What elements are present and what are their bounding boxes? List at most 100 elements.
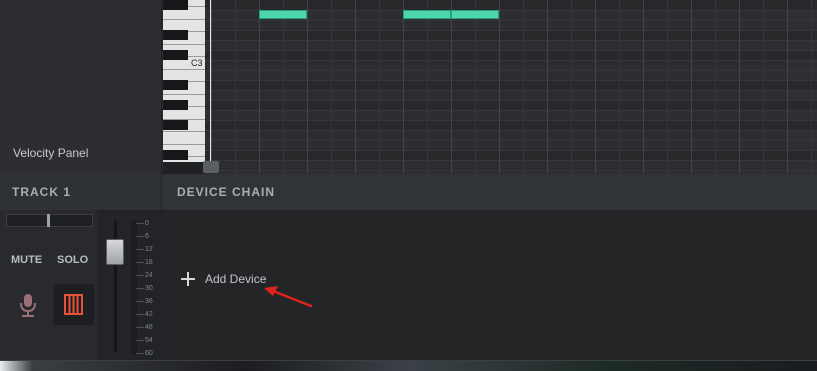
meter-label: 6 [145, 233, 149, 240]
grid-row-line [205, 90, 817, 91]
grid-row-line [205, 160, 817, 161]
mute-button[interactable]: MUTE [11, 254, 42, 266]
grid-row-line [205, 40, 817, 41]
midi-note[interactable] [403, 10, 451, 19]
grid-column-line [427, 0, 428, 174]
meter-label: 12 [145, 246, 153, 253]
grid-row-line [205, 70, 817, 71]
black-key[interactable] [163, 150, 188, 160]
meter-tick [136, 275, 144, 276]
track-title: TRACK 1 [12, 185, 72, 199]
grid-row-line [205, 120, 817, 121]
annotation-arrow-icon [264, 286, 313, 308]
grid-row-line [205, 80, 817, 81]
grid-row-line [205, 30, 817, 31]
black-key[interactable] [163, 120, 188, 130]
grid-column-line [763, 0, 764, 174]
meter-label: 48 [145, 324, 153, 331]
add-device-button[interactable]: Add Device [181, 269, 266, 289]
daw-window: Velocity Panel C3 TRACK 1 DEVICE CHAIN M… [0, 0, 817, 371]
meter-label: 0 [145, 220, 149, 227]
grid-column-line [307, 0, 308, 174]
meter-label: 36 [145, 298, 153, 305]
meter-tick [136, 288, 144, 289]
white-key-separator [163, 144, 205, 145]
grid-column-line [811, 0, 812, 174]
grid-column-line [211, 0, 212, 174]
grid-row-line [205, 60, 817, 61]
grid-column-line [667, 0, 668, 174]
grid-column-line [571, 0, 572, 174]
grid-row-line [205, 110, 817, 111]
grid-column-line [691, 0, 692, 174]
meter-label: 60 [145, 350, 153, 357]
grid-column-line [475, 0, 476, 174]
grid-column-line [259, 0, 260, 174]
black-key[interactable] [163, 0, 188, 10]
playhead-handle[interactable] [203, 161, 219, 173]
grid-black-key-row [205, 0, 817, 10]
grid-column-line [619, 0, 620, 174]
grid-black-key-row [205, 30, 817, 40]
black-key[interactable] [163, 50, 188, 60]
grid-row-line [205, 140, 817, 141]
meter-tick [136, 236, 144, 237]
grid-column-line [499, 0, 500, 174]
piano-roll-grid[interactable] [205, 0, 817, 174]
grid-black-key-row [205, 120, 817, 130]
midi-note[interactable] [451, 10, 499, 19]
microphone-icon[interactable] [14, 290, 42, 322]
grid-row-line [205, 150, 817, 151]
grid-row-line [205, 20, 817, 21]
plus-icon [181, 272, 195, 286]
meter-tick [136, 223, 144, 224]
grid-column-line [331, 0, 332, 174]
meter-tick [136, 314, 144, 315]
meter-tick [136, 262, 144, 263]
track-strip: MUTE SOLO 0 6 12 18 24 30 36 42 48 54 60 [0, 210, 162, 361]
white-key-separator [163, 131, 205, 132]
solo-button[interactable]: SOLO [57, 254, 88, 266]
playhead-line [210, 0, 211, 164]
keyboard-footer [163, 162, 205, 174]
black-key[interactable] [163, 100, 188, 110]
grid-black-key-row [205, 50, 817, 60]
black-key[interactable] [163, 80, 188, 90]
meter-label: 24 [145, 272, 153, 279]
white-key-separator [163, 19, 205, 20]
volume-fader-handle[interactable] [106, 239, 124, 265]
volume-fader-section: 0 6 12 18 24 30 36 42 48 54 60 [97, 210, 162, 361]
velocity-panel-label: Velocity Panel [13, 146, 89, 160]
pan-slider-knob[interactable] [47, 214, 50, 227]
black-key[interactable] [163, 30, 188, 40]
grid-column-line [739, 0, 740, 174]
white-key-separator [163, 69, 205, 70]
midi-note[interactable] [259, 10, 307, 19]
grid-black-key-row [205, 150, 817, 160]
grid-column-line [787, 0, 788, 174]
grid-row-line [205, 130, 817, 131]
grid-black-key-row [205, 80, 817, 90]
level-meter [131, 220, 137, 354]
meter-label: 18 [145, 259, 153, 266]
grid-column-line [283, 0, 284, 174]
piano-keyboard[interactable] [163, 0, 205, 162]
meter-tick [136, 353, 144, 354]
meter-tick [136, 301, 144, 302]
add-device-label: Add Device [205, 272, 267, 286]
white-key-separator [163, 94, 205, 95]
grid-column-line [235, 0, 236, 174]
grid-column-line [355, 0, 356, 174]
piano-keys-icon[interactable] [53, 284, 94, 325]
taskbar-strip [0, 361, 817, 371]
grid-column-line [643, 0, 644, 174]
grid-row-line [205, 100, 817, 101]
grid-black-key-row [205, 100, 817, 110]
grid-column-line [451, 0, 452, 174]
device-chain-title: DEVICE CHAIN [177, 185, 276, 199]
grid-column-line [379, 0, 380, 174]
meter-tick [136, 327, 144, 328]
meter-tick [136, 340, 144, 341]
grid-column-line [715, 0, 716, 174]
grid-row-line [205, 50, 817, 51]
